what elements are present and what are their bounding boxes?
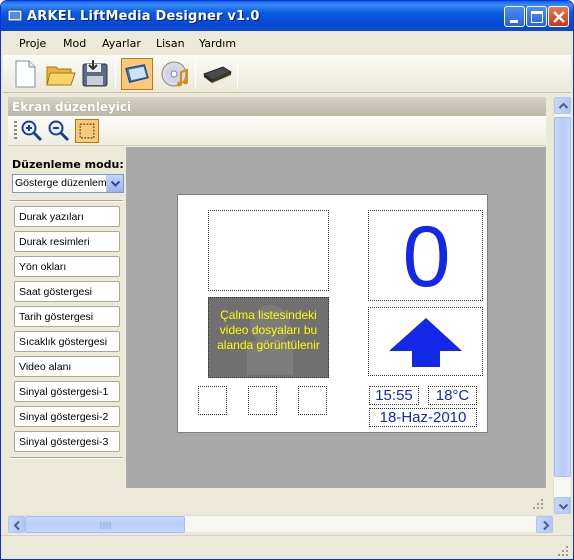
thumb-grip-icon [100, 522, 111, 529]
zoom-out-icon[interactable] [47, 119, 71, 143]
new-document-icon[interactable] [9, 58, 41, 90]
side-button-sinyal-3[interactable]: Sinyal göstergesi-3 [14, 431, 120, 452]
zoom-in-icon[interactable] [20, 119, 44, 143]
editor-canvas[interactable]: Çalma listesindeki video dosyaları bu al… [126, 147, 546, 488]
floor-number: 0 [402, 209, 451, 305]
menu-bar: Proje Mod Ayarlar Lisan Yardım [1, 31, 573, 54]
panel-toolbar [8, 116, 546, 146]
vertical-scroll-thumb[interactable] [554, 117, 571, 477]
resize-grip-icon[interactable] [532, 498, 544, 510]
save-disk-icon[interactable] [79, 58, 111, 90]
minimize-button[interactable] [504, 6, 525, 27]
close-button[interactable] [548, 6, 569, 27]
window-title: ARKEL LiftMedia Designer v1.0 [27, 9, 260, 24]
dropdown-button[interactable] [106, 175, 123, 192]
scroll-right-button[interactable] [536, 516, 553, 533]
side-button-sinyal-2[interactable]: Sinyal göstergesi-2 [14, 406, 120, 427]
edit-mode-value: Gösterge düzenleme [15, 177, 113, 189]
toolbar-grip[interactable] [14, 121, 17, 141]
select-rectangle-icon[interactable] [75, 119, 99, 143]
signal-slot-3[interactable] [298, 386, 327, 415]
display-screen[interactable]: Çalma listesindeki video dosyaları bu al… [177, 194, 488, 433]
panel-title: Ekran düzenleyici [8, 97, 546, 116]
close-icon [553, 11, 565, 23]
scroll-down-button[interactable] [554, 497, 571, 514]
horizontal-scroll-thumb[interactable] [25, 516, 185, 533]
divider [10, 200, 123, 202]
edit-mode-label: Düzenleme modu: [12, 158, 124, 171]
chevron-down-icon [558, 503, 569, 510]
date-display[interactable]: 18-Haz-2010 [369, 408, 477, 427]
resize-grip-icon[interactable] [557, 545, 569, 557]
app-icon [7, 9, 23, 22]
side-button-durak-yazilari[interactable]: Durak yazıları [14, 206, 120, 227]
title-bar[interactable]: ARKEL LiftMedia Designer v1.0 [1, 1, 573, 31]
scroll-left-button[interactable] [8, 516, 25, 533]
main-toolbar [3, 55, 571, 93]
video-placeholder-text: Çalma listesindeki video dosyaları bu al… [217, 308, 320, 352]
signal-slot-1[interactable] [198, 386, 227, 415]
horizontal-scrollbar[interactable] [8, 515, 553, 533]
screen-editor-icon[interactable] [121, 58, 153, 90]
divider [10, 457, 123, 459]
clock-display[interactable]: 15:55 [369, 386, 419, 405]
toolbar-separator [115, 59, 116, 89]
toolbar-separator [237, 59, 238, 89]
video-area[interactable]: Çalma listesindeki video dosyaları bu al… [208, 297, 329, 378]
toolbar-separator [195, 59, 196, 89]
open-folder-icon[interactable] [45, 58, 77, 90]
edit-mode-select[interactable]: Gösterge düzenleme [12, 174, 124, 193]
side-panel: Düzenleme modu: Gösterge düzenleme Durak… [8, 147, 125, 488]
menu-yardim[interactable]: Yardım [199, 37, 236, 50]
maximize-icon [531, 11, 543, 23]
side-button-yon-oklari[interactable]: Yön okları [14, 256, 120, 277]
scroll-up-button[interactable] [554, 97, 571, 114]
menu-proje[interactable]: Proje [19, 37, 46, 50]
chevron-up-icon [558, 102, 569, 109]
chevron-down-icon [110, 180, 121, 187]
direction-arrow-box[interactable] [368, 307, 483, 376]
side-button-tarih[interactable]: Tarih göstergesi [14, 306, 120, 327]
side-button-saat[interactable]: Saat göstergesi [14, 281, 120, 302]
menu-ayarlar[interactable]: Ayarlar [102, 37, 141, 50]
arrow-up-icon [389, 318, 462, 367]
temperature-display[interactable]: 18°C [428, 386, 477, 405]
side-button-video[interactable]: Video alanı [14, 356, 120, 377]
side-button-durak-resimleri[interactable]: Durak resimleri [14, 231, 120, 252]
side-button-sinyal-1[interactable]: Sinyal göstergesi-1 [14, 381, 120, 402]
chevron-right-icon [543, 520, 550, 531]
maximize-button[interactable] [526, 6, 547, 27]
station-image-area[interactable] [208, 210, 329, 291]
signal-slot-2[interactable] [248, 386, 277, 415]
chevron-left-icon [13, 520, 20, 531]
minimize-icon [510, 20, 518, 23]
panel-status-strip [8, 488, 546, 513]
menu-mod[interactable]: Mod [63, 37, 86, 50]
menu-lisan[interactable]: Lisan [156, 37, 185, 50]
status-bar [1, 535, 573, 559]
app-window: ARKEL LiftMedia Designer v1.0 Proje Mod … [0, 0, 574, 560]
memory-chip-icon[interactable] [201, 58, 233, 90]
vertical-scrollbar[interactable] [553, 97, 571, 514]
side-button-sicaklik[interactable]: Sıcaklık göstergesi [14, 331, 120, 352]
media-cd-icon[interactable] [159, 58, 191, 90]
